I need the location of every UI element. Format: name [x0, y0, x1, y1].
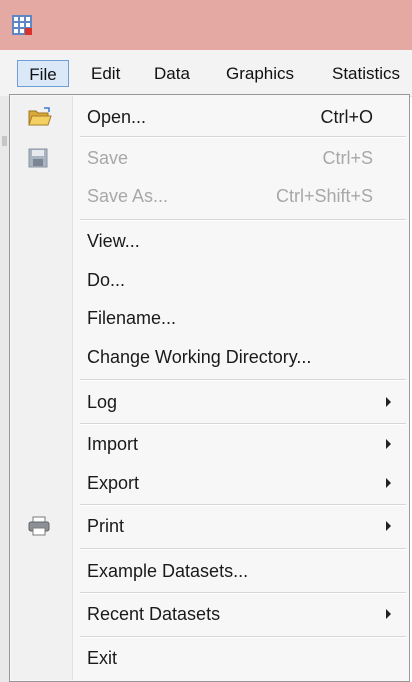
folder-open-icon — [28, 107, 52, 126]
submenu-arrow-icon — [386, 439, 391, 449]
menu-separator — [80, 504, 406, 506]
submenu-arrow-icon — [386, 397, 391, 407]
menu-item-label: Change Working Directory... — [87, 347, 312, 367]
menu-item-label: Save — [87, 148, 129, 168]
printer-icon — [28, 516, 50, 536]
menu-item-label: Do... — [87, 270, 126, 290]
menu-item-view[interactable]: View... — [10, 229, 409, 253]
menu-item-example-datasets[interactable]: Example Datasets... — [10, 559, 409, 583]
menu-item-label: View... — [87, 231, 140, 251]
menu-item-filename[interactable]: Filename... — [10, 306, 409, 330]
menu-item-do[interactable]: Do... — [10, 268, 409, 292]
menu-item-recent-datasets[interactable]: Recent Datasets — [10, 602, 409, 626]
menu-graphics[interactable]: Graphics — [226, 60, 294, 87]
menu-item-label: Filename... — [87, 308, 177, 328]
stata-grid-icon[interactable] — [12, 15, 32, 35]
menu-item-shortcut: Ctrl+Shift+S — [275, 186, 373, 206]
menu-item-label: Import — [87, 434, 139, 454]
menu-item-label: Export — [87, 473, 140, 493]
menu-item-label: Open... — [87, 107, 147, 127]
menu-statistics[interactable]: Statistics — [332, 60, 400, 87]
menu-item-label: Log — [87, 392, 118, 412]
floppy-disk-icon — [28, 148, 48, 168]
menu-item-label: Exit — [87, 648, 118, 668]
menu-item-log[interactable]: Log — [10, 390, 409, 414]
menu-item-label: Save As... — [87, 186, 169, 206]
menu-separator — [80, 548, 406, 550]
menu-item-shortcut: Ctrl+O — [320, 107, 373, 127]
menu-item-label: Example Datasets... — [87, 561, 249, 581]
submenu-arrow-icon — [386, 609, 391, 619]
menu-bar: File Edit Data Graphics Statistics — [0, 50, 412, 97]
title-bar — [0, 0, 412, 50]
menu-edit[interactable]: Edit — [91, 60, 120, 87]
menu-separator — [80, 636, 406, 638]
submenu-arrow-icon — [386, 478, 391, 488]
file-menu-dropdown: Open... Ctrl+O Save Ctrl+S Save As... Ct… — [9, 94, 410, 682]
menu-separator — [80, 219, 406, 221]
menu-separator — [80, 592, 406, 594]
menu-separator — [80, 379, 406, 381]
menu-data[interactable]: Data — [154, 60, 190, 87]
menu-item-change-working-directory[interactable]: Change Working Directory... — [10, 345, 409, 369]
menu-file[interactable]: File — [17, 60, 69, 87]
submenu-arrow-icon — [386, 521, 391, 531]
menu-item-save[interactable]: Save Ctrl+S — [10, 146, 409, 170]
menu-item-shortcut: Ctrl+S — [322, 148, 373, 168]
menu-item-import[interactable]: Import — [10, 432, 409, 456]
menu-item-save-as[interactable]: Save As... Ctrl+Shift+S — [10, 184, 409, 208]
menu-item-print[interactable]: Print — [10, 514, 409, 538]
menu-item-exit[interactable]: Exit — [10, 646, 409, 670]
menu-item-label: Recent Datasets — [87, 604, 221, 624]
menu-separator — [80, 423, 406, 425]
menu-separator — [80, 136, 406, 138]
menu-item-open[interactable]: Open... Ctrl+O — [10, 105, 409, 129]
menu-item-label: Print — [87, 516, 125, 536]
menu-item-export[interactable]: Export — [10, 471, 409, 495]
